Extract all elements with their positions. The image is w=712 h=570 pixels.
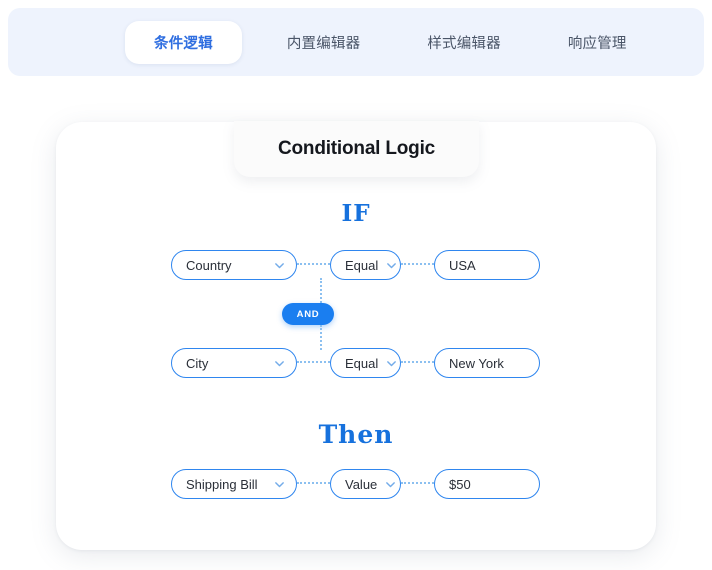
chevron-down-icon bbox=[386, 260, 397, 271]
condition-value-text: USA bbox=[449, 257, 476, 273]
chevron-down-icon bbox=[274, 358, 285, 369]
condition-operator-select[interactable]: Equal bbox=[330, 348, 401, 378]
condition-value-input[interactable]: New York bbox=[434, 348, 540, 378]
connector-dotted-line-vertical bbox=[320, 278, 322, 303]
condition-row: Country Equal USA bbox=[56, 250, 656, 280]
connector-dotted-line bbox=[401, 361, 434, 365]
action-operator-value: Value bbox=[345, 476, 378, 492]
action-row: Shipping Bill Value $50 bbox=[56, 469, 656, 499]
tab-builtin-editor[interactable]: 内置编辑器 bbox=[265, 21, 383, 64]
then-section-heading: Then bbox=[318, 420, 394, 449]
condition-field-select[interactable]: City bbox=[171, 348, 297, 378]
condition-value-text: New York bbox=[449, 355, 504, 371]
editor-tab-bar: 条件逻辑 内置编辑器 样式编辑器 响应管理 bbox=[8, 8, 704, 76]
condition-field-value: City bbox=[186, 355, 209, 371]
action-field-value: Shipping Bill bbox=[186, 476, 258, 492]
condition-value-input[interactable]: USA bbox=[434, 250, 540, 280]
connector-dotted-line bbox=[401, 482, 434, 486]
condition-row: City Equal New York bbox=[56, 348, 656, 378]
chevron-down-icon bbox=[274, 479, 285, 490]
card-title: Conditional Logic bbox=[234, 121, 479, 177]
condition-field-select[interactable]: Country bbox=[171, 250, 297, 280]
action-value-text: $50 bbox=[449, 476, 471, 492]
action-value-input[interactable]: $50 bbox=[434, 469, 540, 499]
tab-conditional-logic[interactable]: 条件逻辑 bbox=[125, 20, 242, 64]
tab-response-management[interactable]: 响应管理 bbox=[546, 21, 649, 64]
tab-style-editor[interactable]: 样式编辑器 bbox=[405, 21, 523, 64]
connector-dotted-line bbox=[297, 263, 330, 267]
if-section-heading: IF bbox=[341, 200, 371, 227]
condition-field-value: Country bbox=[186, 257, 232, 273]
connector-dotted-line bbox=[401, 263, 434, 267]
condition-operator-select[interactable]: Equal bbox=[330, 250, 401, 280]
connector-dotted-line bbox=[297, 482, 330, 486]
logic-operator-badge[interactable]: AND bbox=[282, 303, 334, 325]
chevron-down-icon bbox=[274, 260, 285, 271]
chevron-down-icon bbox=[386, 358, 397, 369]
conditional-logic-card: Conditional Logic IF Country Equal USA A… bbox=[56, 121, 656, 550]
chevron-down-icon bbox=[385, 479, 396, 490]
action-field-select[interactable]: Shipping Bill bbox=[171, 469, 297, 499]
connector-dotted-line-vertical bbox=[320, 325, 322, 350]
condition-operator-value: Equal bbox=[345, 257, 379, 273]
logic-operator-group: AND bbox=[227, 278, 353, 350]
connector-dotted-line bbox=[297, 361, 330, 365]
action-operator-select[interactable]: Value bbox=[330, 469, 401, 499]
condition-operator-value: Equal bbox=[345, 355, 379, 371]
